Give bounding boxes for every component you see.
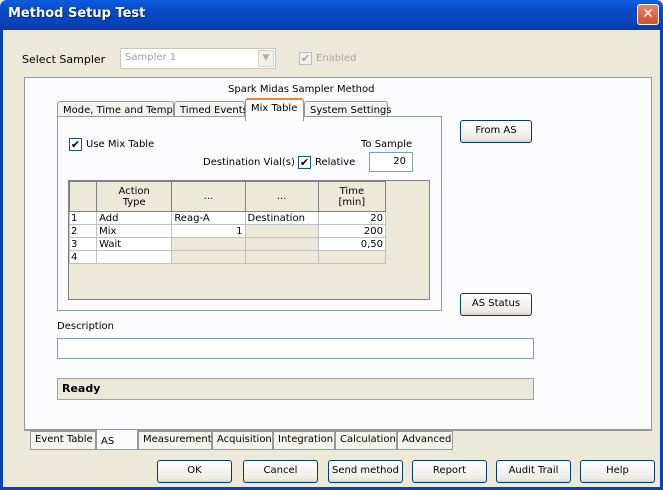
help-button[interactable]: Help — [580, 460, 655, 483]
time-cell[interactable]: 0,50 — [317, 237, 387, 251]
column-header-time[interactable]: Time [min] — [317, 181, 387, 212]
method-title: Spark Midas Sampler Method — [228, 84, 375, 95]
row-number: 2 — [68, 224, 98, 238]
description-label: Description — [57, 321, 114, 332]
report-button[interactable]: Report — [412, 460, 487, 483]
grid-header-row: Action Type ... ... Time [min] — [68, 181, 387, 212]
destination-vials-label: Destination Vial(s) — [203, 157, 295, 168]
action-type-cell[interactable] — [96, 250, 173, 264]
tab-as[interactable]: AS — [96, 430, 138, 450]
close-icon[interactable]: ✕ — [637, 4, 659, 25]
param2-cell — [244, 237, 319, 251]
time-cell[interactable]: 200 — [317, 224, 387, 238]
relative-label: Relative — [315, 157, 356, 168]
param2-cell[interactable]: Destination — [244, 211, 319, 225]
use-mix-table-label: Use Mix Table — [86, 139, 155, 150]
tab-calculation[interactable]: Calculation — [335, 431, 397, 450]
use-mix-table-checkbox[interactable]: ✔ — [69, 138, 82, 151]
from-as-button[interactable]: From AS — [460, 120, 532, 143]
param1-cell — [171, 250, 246, 264]
mix-grid: Action Type ... ... Time [min] 1 Add Rea… — [68, 181, 387, 264]
tab-event-table[interactable]: Event Table — [30, 431, 96, 450]
action-type-cell[interactable]: Mix — [96, 224, 173, 238]
table-row: 1 Add Reag-A Destination 20 — [68, 211, 387, 225]
cancel-button[interactable]: Cancel — [243, 460, 318, 483]
param1-cell[interactable]: Reag-A — [171, 211, 246, 225]
to-sample-input[interactable]: 20 — [369, 152, 413, 172]
row-number: 3 — [68, 237, 98, 251]
action-type-cell[interactable]: Wait — [96, 237, 173, 251]
send-method-button[interactable]: Send method — [328, 460, 403, 483]
action-type-cell[interactable]: Add — [96, 211, 173, 225]
table-row: 2 Mix 1 200 — [68, 224, 387, 238]
window-title: Method Setup Test — [8, 6, 146, 21]
enabled-checkbox[interactable]: ✔ — [299, 52, 312, 65]
param2-cell — [244, 224, 319, 238]
relative-checkbox[interactable]: ✔ — [298, 156, 311, 169]
tab-advanced[interactable]: Advanced — [397, 431, 453, 450]
tab-integration[interactable]: Integration — [273, 431, 335, 450]
tab-measurement[interactable]: Measurement — [138, 431, 212, 450]
param1-cell[interactable]: 1 — [171, 224, 246, 238]
time-cell[interactable]: 20 — [317, 211, 387, 225]
row-number: 4 — [68, 250, 98, 264]
tab-mix-table[interactable]: Mix Table — [245, 98, 304, 121]
status-bar: Ready — [57, 378, 534, 400]
time-cell — [317, 250, 387, 264]
column-header-action-type[interactable]: Action Type — [96, 181, 173, 212]
tab-acquisition[interactable]: Acquisition — [212, 431, 273, 450]
row-number-header — [68, 181, 98, 212]
table-row: 3 Wait 0,50 — [68, 237, 387, 251]
select-sampler-label: Select Sampler — [22, 53, 106, 66]
table-row: 4 — [68, 250, 387, 264]
mix-grid-frame: Action Type ... ... Time [min] 1 Add Rea… — [68, 180, 430, 300]
chevron-down-icon[interactable]: ▼ — [258, 50, 274, 67]
audit-trail-button[interactable]: Audit Trail — [496, 460, 571, 483]
ok-button[interactable]: OK — [157, 460, 232, 483]
to-sample-label: To Sample — [361, 139, 413, 150]
column-header-param2[interactable]: ... — [244, 181, 319, 212]
description-input[interactable] — [57, 338, 534, 359]
as-status-button[interactable]: AS Status — [460, 293, 532, 316]
column-header-param1[interactable]: ... — [171, 181, 246, 212]
param2-cell — [244, 250, 319, 264]
sampler-dropdown[interactable]: Sampler 1 — [120, 48, 276, 69]
param1-cell — [171, 237, 246, 251]
row-number: 1 — [68, 211, 98, 225]
enabled-label: Enabled — [316, 53, 357, 64]
